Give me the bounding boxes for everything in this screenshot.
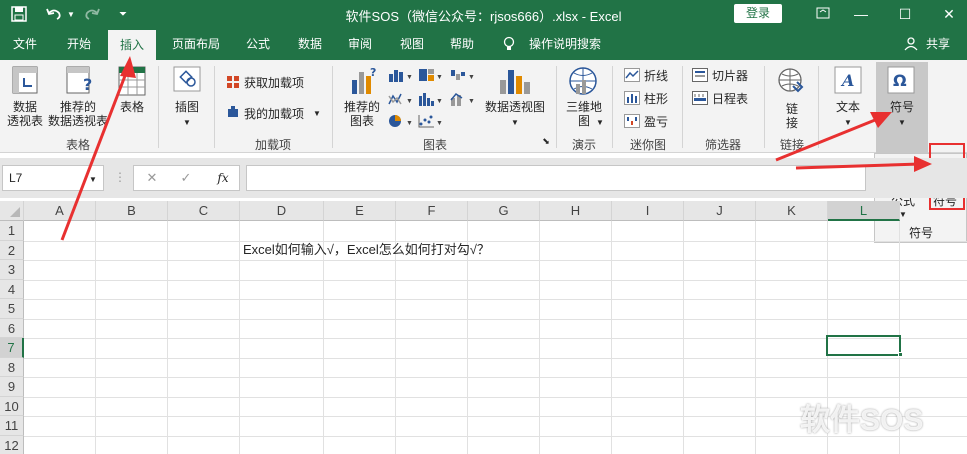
watermark: 软件SOS [800, 404, 924, 437]
arrow-head-insert [120, 56, 136, 78]
arrow-head-symbol-button [914, 156, 932, 172]
arrow-to-symbol-button [795, 162, 921, 170]
arrow-to-insert [60, 67, 130, 241]
annotation-arrows [60, 56, 932, 241]
arrow-to-symbols [775, 116, 881, 162]
